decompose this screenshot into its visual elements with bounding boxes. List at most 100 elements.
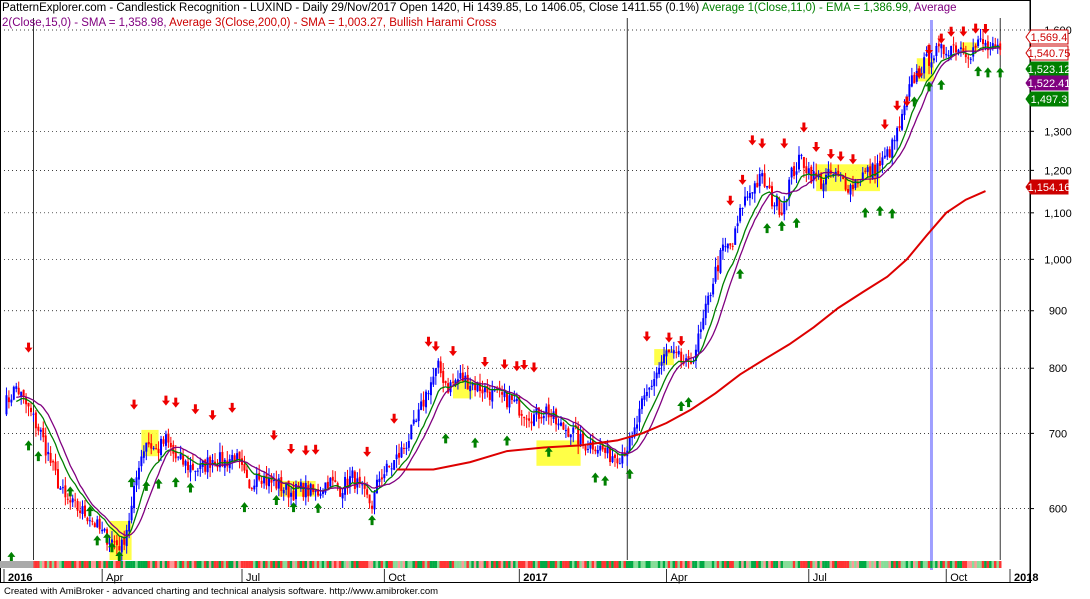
candle-body (699, 329, 702, 333)
candle-body (422, 399, 425, 407)
ribbon-cell (326, 561, 330, 568)
ribbon-cell (76, 561, 79, 568)
ribbon-cell (603, 561, 607, 568)
ribbon-cell (589, 561, 592, 568)
ribbon-cell (787, 561, 791, 568)
ribbon-cell (368, 561, 371, 568)
candle-body (272, 480, 275, 482)
candle-body (334, 480, 337, 482)
candle-body (412, 419, 415, 424)
candle-body (390, 468, 393, 470)
candle-body (849, 184, 852, 195)
ribbon-cell (132, 561, 136, 568)
ribbon-cell (630, 561, 634, 568)
ribbon-cell (640, 561, 644, 568)
bearish-arrow (893, 100, 902, 111)
price-label-text: 1,497.3 (1031, 94, 1068, 106)
candle-body (368, 494, 371, 504)
candle-body (439, 361, 442, 374)
candle-body (250, 488, 253, 490)
bullish-arrow (875, 205, 884, 216)
ribbon-cell (225, 561, 229, 568)
candle-body (731, 245, 734, 247)
candle-body (292, 490, 295, 501)
ribbon-cell (198, 561, 202, 568)
signal-arrows (7, 23, 1005, 562)
candle-body (49, 452, 52, 463)
ribbon-cell (638, 561, 641, 568)
candle-body (528, 418, 531, 421)
ribbon-cell (969, 561, 973, 568)
ribbon-cell (292, 561, 295, 568)
ribbon-cell (962, 561, 965, 568)
candle-body (326, 481, 329, 489)
candle-body (901, 113, 904, 130)
ribbon-cell (591, 561, 595, 568)
candle-body (665, 350, 668, 357)
candle-body (280, 477, 283, 491)
ribbon-cell (557, 561, 560, 568)
candle-body (44, 435, 47, 456)
bearish-arrow (228, 402, 237, 413)
candle-body (707, 295, 710, 305)
candle-body (483, 387, 486, 393)
ribbon-cell (824, 561, 828, 568)
candle-body (10, 399, 13, 403)
bearish-arrow (758, 138, 767, 149)
ribbon-cell (248, 561, 251, 568)
candle-body (940, 44, 943, 49)
candle-body (611, 456, 614, 463)
bullish-arrow (186, 482, 195, 493)
bullish-arrow (777, 220, 786, 231)
ribbon-cell (287, 561, 290, 568)
candle-body (915, 70, 918, 82)
ribbon-cell (250, 561, 254, 568)
candle-body (876, 163, 879, 178)
ribbon-cell (152, 561, 155, 568)
ribbon-cell (903, 561, 906, 568)
candle-body (162, 439, 165, 444)
ribbon-cell (684, 561, 688, 568)
candle-body (795, 171, 798, 175)
ribbon-cell (488, 561, 492, 568)
ribbon-cell (567, 561, 570, 568)
candle-body (655, 372, 658, 379)
ribbon-cell (547, 561, 551, 568)
candle-body (559, 422, 562, 426)
ribbon-cell (716, 561, 720, 568)
ribbon-cell (856, 561, 860, 568)
ribbon-cell (520, 561, 524, 568)
ribbon-cell (216, 561, 219, 568)
ribbon-cell (383, 561, 386, 568)
ribbon-cell (446, 561, 450, 568)
candle-body (108, 542, 111, 545)
ribbon-cell (422, 561, 425, 568)
ribbon-cell (915, 561, 919, 568)
ribbon-cell (836, 561, 840, 568)
candle-body (150, 443, 153, 449)
candle-body (378, 478, 381, 483)
candle-body (822, 183, 825, 192)
candle-body (594, 449, 597, 452)
x-tick-label: Jul (813, 572, 827, 584)
candle-body (979, 38, 982, 40)
candle-body (878, 160, 881, 166)
ribbon-cell (353, 561, 357, 568)
bearish-arrow (512, 361, 521, 372)
ribbon-cell (552, 561, 555, 568)
ribbon-cell (728, 561, 732, 568)
ribbon-cell (952, 561, 955, 568)
ribbon-cell (103, 561, 106, 568)
ribbon-cell (108, 561, 111, 568)
candles (5, 29, 1002, 561)
ribbon-cell (586, 561, 590, 568)
candle-body (891, 139, 894, 159)
ribbon-cell (920, 561, 923, 568)
bearish-arrow (208, 410, 217, 421)
ribbon-cell (64, 561, 67, 568)
candle-body (402, 448, 405, 450)
y-tick-label: 1,200 (1044, 165, 1072, 177)
candle-body (547, 404, 550, 418)
bearish-arrow (424, 336, 433, 347)
candle-body (864, 170, 867, 172)
